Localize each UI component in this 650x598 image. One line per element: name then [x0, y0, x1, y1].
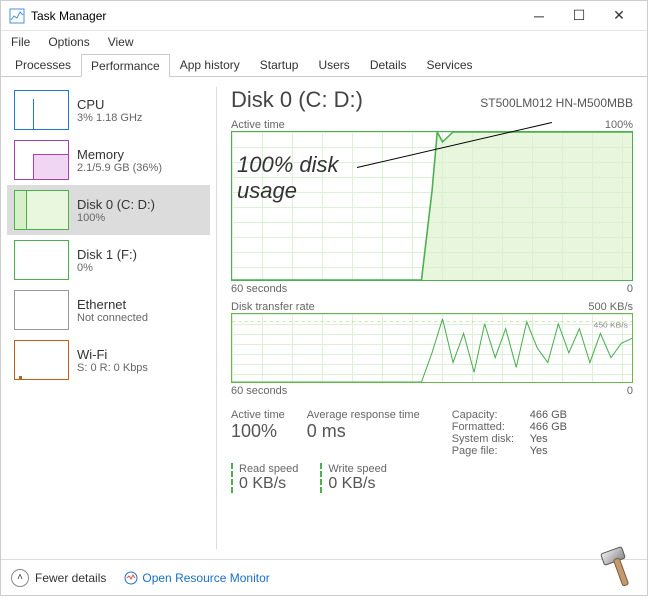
minimize-button[interactable]: ─ — [519, 2, 559, 30]
sidebar-title: CPU — [77, 97, 142, 112]
sidebar-sub: 3% 1.18 GHz — [77, 112, 142, 124]
menu-view[interactable]: View — [108, 35, 134, 49]
hammer-icon — [596, 544, 646, 594]
chevron-up-icon: ˄ — [11, 569, 29, 587]
task-manager-window: Task Manager ─ ☐ ✕ File Options View Pro… — [0, 0, 648, 596]
sidebar-sub: 0% — [77, 262, 137, 274]
menu-file[interactable]: File — [11, 35, 30, 49]
sidebar-sub: 2.1/5.9 GB (36%) — [77, 162, 162, 174]
sidebar-item-disk1[interactable]: Disk 1 (F:) 0% — [7, 235, 210, 285]
sidebar-item-cpu[interactable]: CPU 3% 1.18 GHz — [7, 85, 210, 135]
graph2-max: 500 KB/s — [588, 301, 633, 313]
maximize-button[interactable]: ☐ — [559, 2, 599, 30]
graph1-xstart: 60 seconds — [231, 283, 287, 295]
active-time-label: Active time — [231, 409, 285, 421]
tab-services[interactable]: Services — [417, 53, 483, 76]
app-icon — [9, 8, 25, 24]
sidebar-sub: Not connected — [77, 312, 148, 324]
graph2-label: Disk transfer rate — [231, 301, 315, 313]
menu-options[interactable]: Options — [48, 35, 89, 49]
graph1-xend: 0 — [627, 283, 633, 295]
graph1-label: Active time — [231, 119, 285, 131]
sidebar-title: Memory — [77, 147, 162, 162]
sidebar-item-wifi[interactable]: Wi-Fi S: 0 R: 0 Kbps — [7, 335, 210, 385]
menubar: File Options View — [1, 31, 647, 53]
active-time-graph[interactable] — [231, 131, 633, 281]
memory-thumb — [14, 140, 69, 180]
ethernet-thumb — [14, 290, 69, 330]
open-resource-monitor-link[interactable]: Open Resource Monitor — [124, 571, 269, 585]
sidebar-title: Disk 0 (C: D:) — [77, 197, 155, 212]
avg-resp-value: 0 ms — [307, 421, 420, 442]
sidebar-sub: S: 0 R: 0 Kbps — [77, 362, 148, 374]
sidebar-title: Ethernet — [77, 297, 148, 312]
tab-app-history[interactable]: App history — [170, 53, 250, 76]
tab-performance[interactable]: Performance — [81, 54, 170, 77]
write-speed-label: Write speed — [328, 463, 387, 475]
disk-info: Capacity:466 GB Formatted:466 GB System … — [452, 409, 567, 457]
tab-details[interactable]: Details — [360, 53, 417, 76]
resource-monitor-icon — [124, 571, 138, 585]
sidebar-title: Disk 1 (F:) — [77, 247, 137, 262]
window-controls: ─ ☐ ✕ — [519, 2, 639, 30]
graph2-xstart: 60 seconds — [231, 385, 287, 397]
page-title: Disk 0 (C: D:) — [231, 87, 363, 113]
sidebar-title: Wi-Fi — [77, 347, 148, 362]
wifi-thumb — [14, 340, 69, 380]
graph2-xend: 0 — [627, 385, 633, 397]
titlebar[interactable]: Task Manager ─ ☐ ✕ — [1, 1, 647, 31]
tab-bar: Processes Performance App history Startu… — [1, 53, 647, 77]
disk-thumb — [14, 240, 69, 280]
active-time-value: 100% — [231, 421, 285, 442]
avg-resp-label: Average response time — [307, 409, 420, 421]
write-speed-value: 0 KB/s — [328, 475, 387, 493]
disk-thumb — [14, 190, 69, 230]
fewer-details-button[interactable]: ˄ Fewer details — [11, 569, 106, 587]
read-speed-value: 0 KB/s — [239, 475, 298, 493]
body: CPU 3% 1.18 GHz Memory 2.1/5.9 GB (36%) … — [1, 77, 647, 559]
sidebar: CPU 3% 1.18 GHz Memory 2.1/5.9 GB (36%) … — [1, 77, 216, 559]
main-panel: Disk 0 (C: D:) ST500LM012 HN-M500MBB Act… — [217, 77, 647, 559]
sidebar-item-memory[interactable]: Memory 2.1/5.9 GB (36%) — [7, 135, 210, 185]
sidebar-item-ethernet[interactable]: Ethernet Not connected — [7, 285, 210, 335]
close-button[interactable]: ✕ — [599, 2, 639, 30]
sidebar-item-disk0[interactable]: Disk 0 (C: D:) 100% — [7, 185, 210, 235]
svg-text:450 KB/s: 450 KB/s — [594, 321, 628, 330]
footer: ˄ Fewer details Open Resource Monitor — [1, 559, 647, 595]
sidebar-sub: 100% — [77, 212, 155, 224]
transfer-rate-graph[interactable]: 450 KB/s — [231, 313, 633, 383]
cpu-thumb — [14, 90, 69, 130]
window-title: Task Manager — [31, 9, 519, 23]
tab-startup[interactable]: Startup — [250, 53, 309, 76]
disk-model: ST500LM012 HN-M500MBB — [480, 96, 633, 110]
tab-users[interactable]: Users — [308, 53, 359, 76]
graph1-max: 100% — [605, 119, 633, 131]
read-speed-label: Read speed — [239, 463, 298, 475]
tab-processes[interactable]: Processes — [5, 53, 81, 76]
